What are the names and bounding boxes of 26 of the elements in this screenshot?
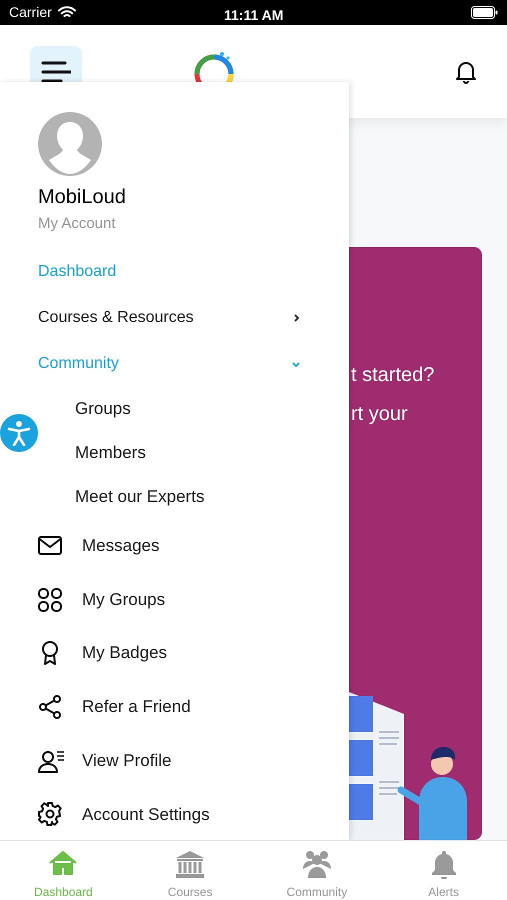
people-group-icon bbox=[300, 849, 333, 879]
grid-icon bbox=[37, 586, 64, 613]
settings-icon bbox=[37, 801, 64, 828]
bell-icon[interactable] bbox=[455, 60, 477, 84]
carrier-name: Carrier bbox=[9, 3, 52, 22]
menu-link[interactable]: Refer a Friend bbox=[82, 694, 191, 720]
status-time: 11:11 AM bbox=[224, 6, 284, 25]
menu-link[interactable]: Messages bbox=[82, 533, 160, 559]
submenu-item[interactable]: Meet our Experts bbox=[75, 484, 204, 510]
menu-icon bbox=[41, 60, 71, 82]
share-icon bbox=[37, 694, 64, 720]
submenu-item[interactable]: Members bbox=[75, 440, 146, 466]
avatar-icon bbox=[38, 112, 102, 176]
menu-link[interactable]: My Groups bbox=[82, 586, 166, 612]
menu-link[interactable]: View Profile bbox=[82, 748, 172, 774]
submenu-item[interactable]: Groups bbox=[75, 396, 131, 422]
banner-text: t started? bbox=[351, 363, 434, 388]
menu-item[interactable]: Courses & Resources bbox=[38, 306, 194, 330]
menu-link[interactable]: Account Settings bbox=[82, 802, 210, 828]
banner-text: rt your bbox=[351, 402, 409, 427]
accessibility-icon bbox=[7, 420, 31, 446]
wifi-icon bbox=[58, 6, 76, 19]
battery-icon bbox=[471, 6, 498, 19]
user-name: MobiLoud bbox=[38, 185, 127, 209]
menu-link[interactable]: My Badges bbox=[82, 640, 168, 666]
columns-building-icon bbox=[174, 849, 206, 879]
